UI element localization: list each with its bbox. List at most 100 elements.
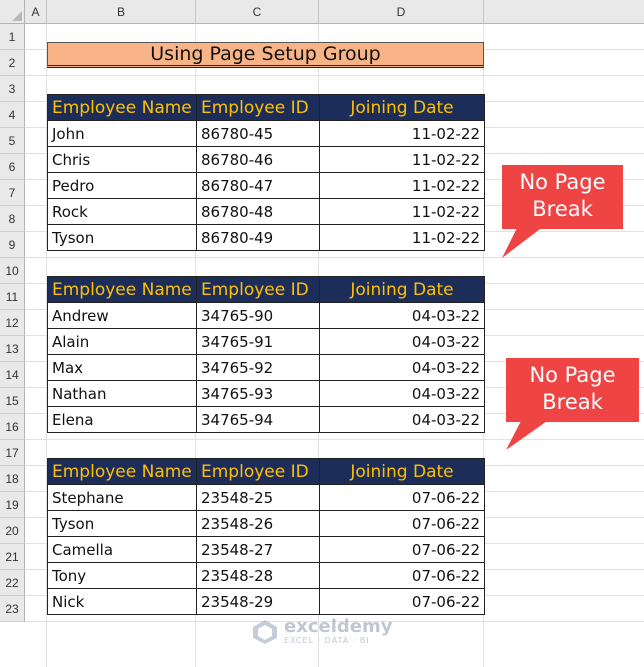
cell-date[interactable]: 11-02-22 (319, 224, 485, 251)
header-employee-id[interactable]: Employee ID (196, 458, 320, 485)
column-header-d[interactable]: D (319, 0, 484, 24)
row-header[interactable]: 13 (0, 336, 25, 362)
cell-id[interactable]: 34765-92 (196, 354, 320, 381)
select-all-corner[interactable] (0, 0, 25, 24)
cell-date[interactable]: 07-06-22 (319, 536, 485, 563)
row-header[interactable]: 1 (0, 24, 25, 50)
cell-name[interactable]: Camella (47, 536, 197, 563)
cell-date[interactable]: 07-06-22 (319, 588, 485, 615)
cell-id[interactable]: 86780-49 (196, 224, 320, 251)
row-header[interactable]: 8 (0, 206, 25, 232)
table-header-row: Employee Name Employee ID Joining Date (47, 458, 485, 485)
cell-date[interactable]: 11-02-22 (319, 146, 485, 173)
row-header[interactable]: 11 (0, 284, 25, 310)
cell-name[interactable]: Rock (47, 198, 197, 225)
cell-name[interactable]: Alain (47, 328, 197, 355)
callout-line-2: Break (532, 197, 593, 221)
cell-date[interactable]: 04-03-22 (319, 354, 485, 381)
cell-name[interactable]: Tony (47, 562, 197, 589)
cell-name[interactable]: Nick (47, 588, 197, 615)
cell-id[interactable]: 34765-94 (196, 406, 320, 433)
row-header[interactable]: 3 (0, 76, 25, 102)
table-row: Tyson 86780-49 11-02-22 (47, 224, 485, 251)
row-header[interactable]: 12 (0, 310, 25, 336)
employee-table-2: Employee Name Employee ID Joining Date A… (47, 276, 485, 433)
cell-name[interactable]: Pedro (47, 172, 197, 199)
header-employee-name[interactable]: Employee Name (47, 276, 197, 303)
row-header[interactable]: 18 (0, 466, 25, 492)
table-row: Pedro 86780-47 11-02-22 (47, 172, 485, 199)
row-header[interactable]: 5 (0, 128, 25, 154)
cell-id[interactable]: 86780-46 (196, 146, 320, 173)
cell-date[interactable]: 04-03-22 (319, 328, 485, 355)
employee-table-1: Employee Name Employee ID Joining Date J… (47, 94, 485, 251)
header-employee-name[interactable]: Employee Name (47, 94, 197, 121)
page-title[interactable]: Using Page Setup Group (47, 42, 484, 68)
row-header[interactable]: 19 (0, 492, 25, 518)
row-header[interactable]: 9 (0, 232, 25, 258)
cell-id[interactable]: 23548-29 (196, 588, 320, 615)
cell-date[interactable]: 07-06-22 (319, 484, 485, 511)
cell-name[interactable]: Elena (47, 406, 197, 433)
header-employee-id[interactable]: Employee ID (196, 94, 320, 121)
header-joining-date[interactable]: Joining Date (319, 458, 485, 485)
header-joining-date[interactable]: Joining Date (319, 276, 485, 303)
spreadsheet: A B C D 1 2 3 4 5 6 7 8 9 10 11 12 13 14 15 16 17 18 19 20 2… (0, 0, 644, 667)
table-row: John 86780-45 11-02-22 (47, 120, 485, 147)
row-header[interactable]: 17 (0, 440, 25, 466)
cell-id[interactable]: 23548-25 (196, 484, 320, 511)
no-page-break-callout-2[interactable]: No Page Break (506, 358, 639, 422)
cell-date[interactable]: 07-06-22 (319, 562, 485, 589)
row-header[interactable]: 15 (0, 388, 25, 414)
column-header-c[interactable]: C (196, 0, 319, 24)
cell-name[interactable]: Max (47, 354, 197, 381)
row-header[interactable]: 4 (0, 102, 25, 128)
row-header[interactable]: 7 (0, 180, 25, 206)
cell-name[interactable]: Andrew (47, 302, 197, 329)
table-row: Tyson 23548-26 07-06-22 (47, 510, 485, 537)
cell-name[interactable]: Nathan (47, 380, 197, 407)
row-header[interactable]: 21 (0, 544, 25, 570)
cell-id[interactable]: 86780-45 (196, 120, 320, 147)
column-header-a[interactable]: A (25, 0, 47, 24)
row-header[interactable]: 14 (0, 362, 25, 388)
cell-name[interactable]: Tyson (47, 510, 197, 537)
cell-date[interactable]: 07-06-22 (319, 510, 485, 537)
cell-date[interactable]: 04-03-22 (319, 406, 485, 433)
row-header[interactable]: 20 (0, 518, 25, 544)
cell-name[interactable]: Stephane (47, 484, 197, 511)
cell-name[interactable]: John (47, 120, 197, 147)
cell-id[interactable]: 34765-90 (196, 302, 320, 329)
column-header-b[interactable]: B (47, 0, 196, 24)
cell-id[interactable]: 23548-27 (196, 536, 320, 563)
cell-date[interactable]: 11-02-22 (319, 120, 485, 147)
cell-date[interactable]: 11-02-22 (319, 172, 485, 199)
cell-id[interactable]: 23548-28 (196, 562, 320, 589)
header-joining-date[interactable]: Joining Date (319, 94, 485, 121)
cell-id[interactable]: 34765-93 (196, 380, 320, 407)
cell-name[interactable]: Chris (47, 146, 197, 173)
watermark-tagline: EXCEL · DATA · BI (284, 636, 370, 645)
cell-id[interactable]: 23548-26 (196, 510, 320, 537)
row-header[interactable]: 6 (0, 154, 25, 180)
row-header[interactable]: 23 (0, 596, 25, 622)
header-employee-id[interactable]: Employee ID (196, 276, 320, 303)
row-header[interactable]: 10 (0, 258, 25, 284)
header-employee-name[interactable]: Employee Name (47, 458, 197, 485)
no-page-break-callout-1[interactable]: No Page Break (502, 165, 623, 229)
column-header-e-partial[interactable] (484, 0, 644, 24)
row-header[interactable]: 22 (0, 570, 25, 596)
cell-date[interactable]: 11-02-22 (319, 198, 485, 225)
callout-tail-2 (506, 419, 550, 450)
cell-date[interactable]: 04-03-22 (319, 302, 485, 329)
callout-line-2: Break (542, 390, 603, 414)
cell-date[interactable]: 04-03-22 (319, 380, 485, 407)
table-header-row: Employee Name Employee ID Joining Date (47, 276, 485, 303)
cell-id[interactable]: 34765-91 (196, 328, 320, 355)
cell-id[interactable]: 86780-47 (196, 172, 320, 199)
cell-id[interactable]: 86780-48 (196, 198, 320, 225)
table-row: Rock 86780-48 11-02-22 (47, 198, 485, 225)
row-header[interactable]: 2 (0, 50, 25, 76)
row-header[interactable]: 16 (0, 414, 25, 440)
cell-name[interactable]: Tyson (47, 224, 197, 251)
